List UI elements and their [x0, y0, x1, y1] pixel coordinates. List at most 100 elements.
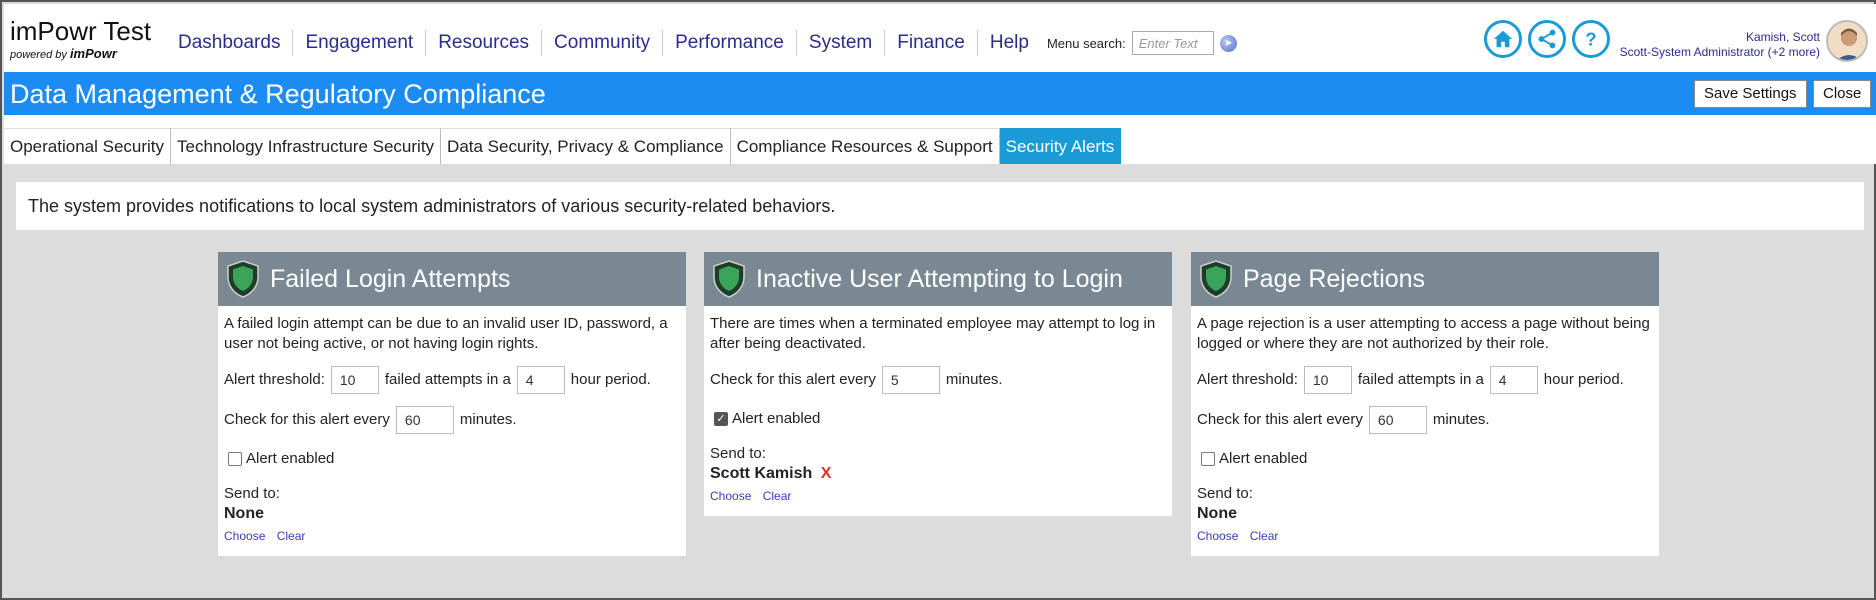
- alert-enabled-checkbox[interactable]: ✓: [714, 412, 728, 426]
- threshold-input[interactable]: [1303, 366, 1352, 394]
- card-title: Page Rejections: [1243, 264, 1426, 293]
- check-interval-input[interactable]: [881, 366, 940, 394]
- alert-enabled-row: Alert enabled: [1197, 440, 1653, 478]
- choose-link[interactable]: Choose: [710, 489, 751, 503]
- card-header: Inactive User Attempting to Login: [704, 252, 1172, 306]
- card-description: There are times when a terminated employ…: [710, 315, 1156, 352]
- alert-enabled-label[interactable]: Alert enabled: [1219, 449, 1307, 469]
- check-interval-input[interactable]: [1368, 406, 1427, 434]
- minutes-label: minutes.: [1432, 411, 1490, 428]
- check-interval-input[interactable]: [395, 406, 454, 434]
- nav-system[interactable]: System: [795, 30, 884, 56]
- app-window: imPowr Test powered by imPowr Dashboards…: [0, 0, 1876, 600]
- nav-performance[interactable]: Performance: [662, 30, 796, 56]
- remove-recipient-icon[interactable]: X: [821, 465, 832, 482]
- minutes-label: minutes.: [459, 411, 517, 428]
- tab-compliance-resources-support[interactable]: Compliance Resources & Support: [730, 128, 1000, 164]
- check-label: Check for this alert every: [1197, 411, 1363, 428]
- check-interval-row: Check for this alert every minutes.: [710, 360, 1166, 400]
- alert-enabled-label[interactable]: Alert enabled: [732, 409, 820, 429]
- nav-dashboards[interactable]: Dashboards: [166, 30, 292, 56]
- nav-finance[interactable]: Finance: [884, 30, 977, 56]
- alert-enabled-checkbox[interactable]: [228, 452, 242, 466]
- recipient-name: Scott Kamish: [710, 465, 813, 482]
- alert-enabled-checkbox[interactable]: [1201, 452, 1215, 466]
- card-body: A page rejection is a user attempting to…: [1191, 306, 1659, 556]
- user-role[interactable]: Scott-System Administrator (+2 more): [1620, 45, 1820, 60]
- send-to-label: Send to:: [224, 485, 280, 502]
- recipient: None: [224, 505, 264, 522]
- card-body: There are times when a terminated employ…: [704, 306, 1172, 516]
- nav-help[interactable]: Help: [976, 30, 1041, 56]
- recipient-actions: Choose Clear: [224, 526, 680, 546]
- threshold-label: Alert threshold:: [1197, 371, 1298, 388]
- help-icon[interactable]: ?: [1572, 20, 1610, 58]
- nav-engagement[interactable]: Engagement: [292, 30, 425, 56]
- threshold-row: Alert threshold: failed attempts in a ho…: [224, 360, 680, 400]
- home-icon[interactable]: [1484, 20, 1522, 58]
- share-icon[interactable]: [1528, 20, 1566, 58]
- threshold-row: Alert threshold: failed attempts in a ho…: [1197, 360, 1653, 400]
- card-title: Inactive User Attempting to Login: [756, 264, 1123, 293]
- close-button[interactable]: Close: [1813, 80, 1872, 108]
- check-interval-row: Check for this alert every minutes.: [224, 400, 680, 440]
- minutes-label: minutes.: [945, 371, 1003, 388]
- nav-resources[interactable]: Resources: [425, 30, 541, 56]
- card-page-rejections: Page Rejections A page rejection is a us…: [1191, 252, 1659, 556]
- clear-link[interactable]: Clear: [277, 529, 306, 543]
- send-to-label: Send to:: [710, 445, 766, 462]
- menu-search-input[interactable]: [1131, 31, 1214, 55]
- attempts-label: failed attempts in a: [384, 371, 511, 388]
- recipient: Scott Kamish X: [710, 464, 1166, 484]
- tab-operational-security[interactable]: Operational Security: [4, 128, 172, 164]
- powered-by-brand: imPowr: [69, 46, 117, 61]
- menu-search: Menu search: ➤: [1047, 31, 1237, 55]
- nav-community[interactable]: Community: [541, 30, 662, 56]
- threshold-input[interactable]: [330, 366, 379, 394]
- shield-icon: [1200, 260, 1232, 298]
- choose-link[interactable]: Choose: [1197, 529, 1238, 543]
- choose-link[interactable]: Choose: [224, 529, 265, 543]
- alert-enabled-row: ✓ Alert enabled: [710, 400, 1166, 438]
- check-interval-row: Check for this alert every minutes.: [1197, 400, 1653, 440]
- alert-enabled-label[interactable]: Alert enabled: [246, 449, 334, 469]
- tab-technology-infrastructure-security[interactable]: Technology Infrastructure Security: [171, 128, 442, 164]
- top-header: imPowr Test powered by imPowr Dashboards…: [4, 4, 1876, 72]
- hours-input[interactable]: [516, 366, 565, 394]
- tab-bar: Operational Security Technology Infrastr…: [4, 115, 1876, 164]
- recipient: None: [1197, 505, 1237, 522]
- save-settings-button[interactable]: Save Settings: [1694, 80, 1807, 108]
- hours-input[interactable]: [1489, 366, 1538, 394]
- top-icon-group: ?: [1484, 20, 1610, 58]
- tab-security-alerts[interactable]: Security Alerts: [999, 128, 1122, 164]
- tab-data-security-privacy-compliance[interactable]: Data Security, Privacy & Compliance: [441, 128, 731, 164]
- intro-text: The system provides notifications to loc…: [16, 182, 1864, 230]
- brand-logo[interactable]: imPowr Test powered by imPowr: [10, 18, 151, 61]
- user-name[interactable]: Kamish, Scott: [1620, 30, 1820, 45]
- card-header: Page Rejections: [1191, 252, 1659, 306]
- shield-icon: [227, 260, 259, 298]
- card-title: Failed Login Attempts: [270, 264, 511, 293]
- avatar[interactable]: [1826, 20, 1868, 62]
- recipient-actions: Choose Clear: [710, 486, 1166, 506]
- app-title: imPowr Test: [10, 16, 152, 46]
- menu-search-label: Menu search:: [1046, 35, 1126, 51]
- card-header: Failed Login Attempts: [218, 252, 686, 306]
- clear-link[interactable]: Clear: [1250, 529, 1279, 543]
- card-description: A page rejection is a user attempting to…: [1197, 315, 1650, 352]
- attempts-label: failed attempts in a: [1357, 371, 1484, 388]
- check-label: Check for this alert every: [710, 371, 876, 388]
- powered-by: powered by imPowr: [10, 46, 151, 61]
- card-description: A failed login attempt can be due to an …: [224, 315, 668, 352]
- svg-text:?: ?: [1585, 28, 1596, 49]
- card-failed-login-attempts: Failed Login Attempts A failed login att…: [218, 252, 686, 556]
- search-go-icon[interactable]: ➤: [1219, 34, 1237, 52]
- page-title: Data Management & Regulatory Compliance: [10, 79, 546, 109]
- send-to-label: Send to:: [1197, 485, 1253, 502]
- user-info[interactable]: Kamish, Scott Scott-System Administrator…: [1620, 30, 1820, 60]
- shield-icon: [713, 260, 745, 298]
- clear-link[interactable]: Clear: [763, 489, 792, 503]
- page-title-bar: Data Management & Regulatory Compliance …: [4, 72, 1876, 115]
- main-nav: Dashboards Engagement Resources Communit…: [166, 30, 1237, 56]
- recipient-actions: Choose Clear: [1197, 526, 1653, 546]
